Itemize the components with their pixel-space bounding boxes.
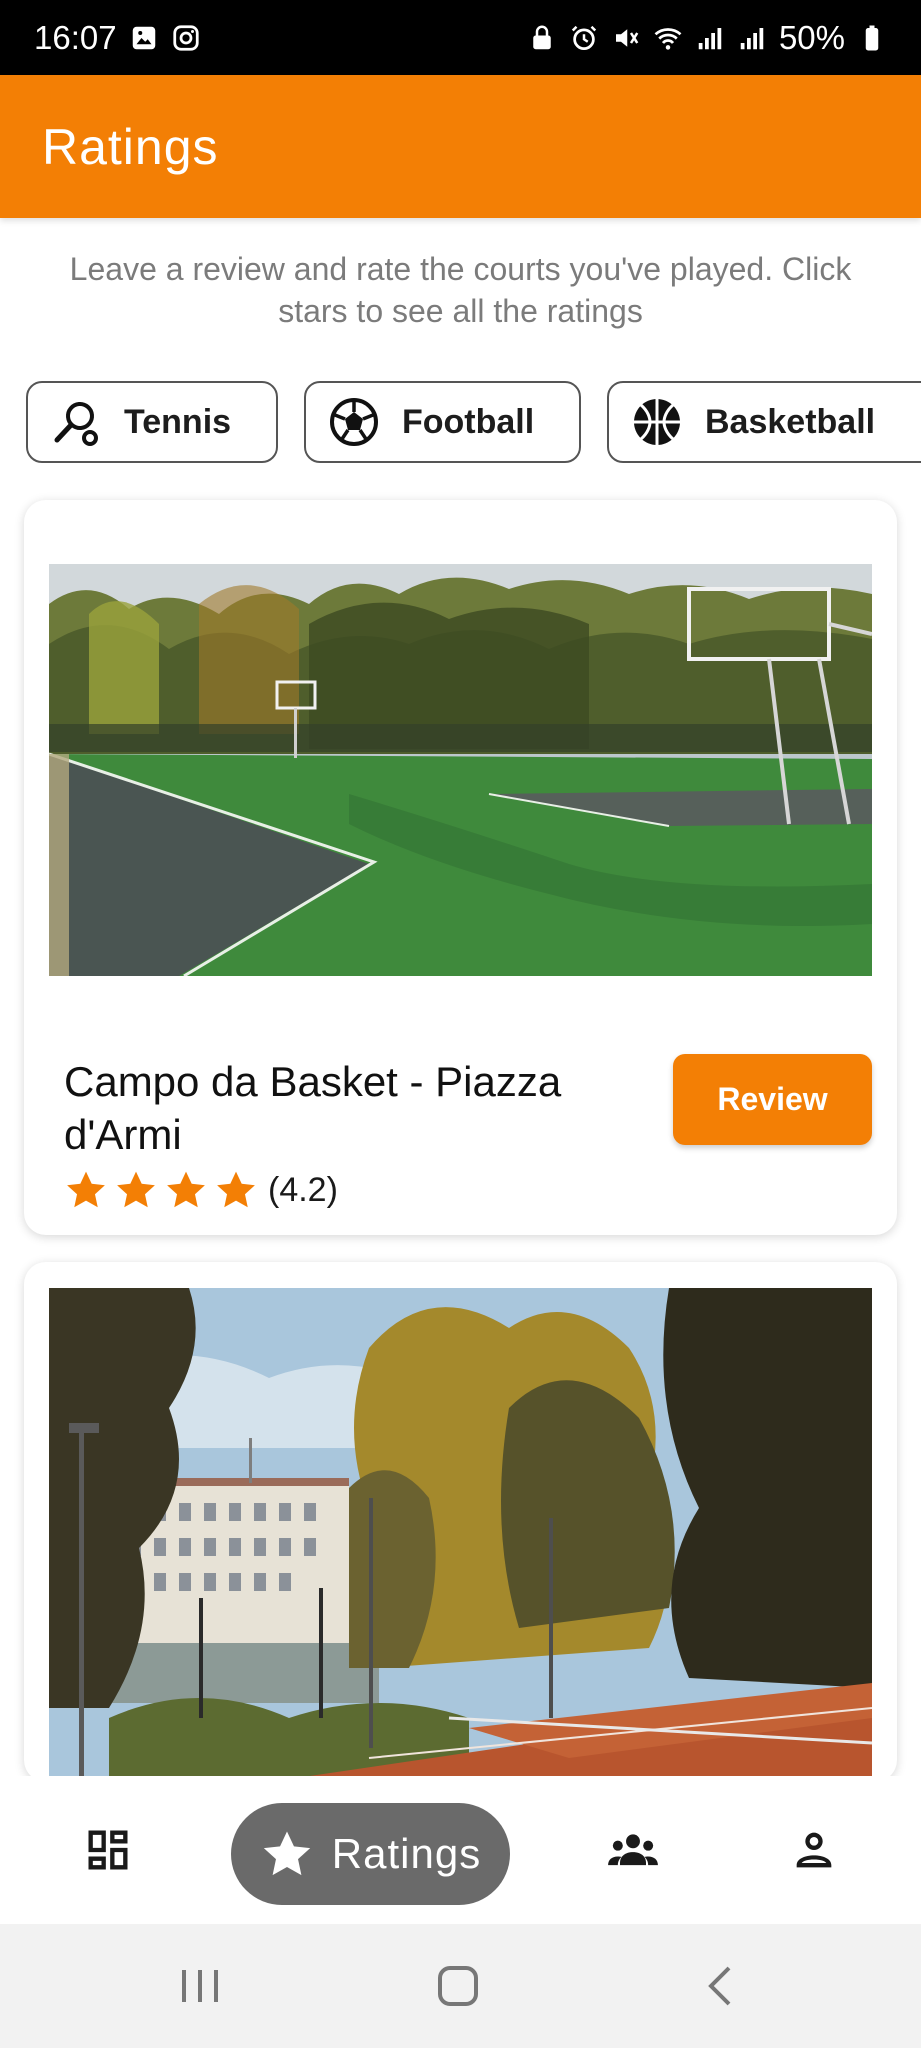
- star-icon[interactable]: [214, 1168, 258, 1212]
- battery-percent: 50%: [778, 18, 845, 56]
- alarm-icon: [569, 23, 599, 53]
- intro-text: Leave a review and rate the courts you'v…: [69, 251, 852, 329]
- back-button[interactable]: [690, 1924, 750, 2048]
- filter-chip-football[interactable]: Football: [304, 381, 581, 463]
- filter-chip-basketball[interactable]: Basketball: [607, 381, 921, 463]
- home-button[interactable]: [428, 1924, 488, 2048]
- basketball-icon: [631, 396, 683, 448]
- signal-icon: [695, 23, 725, 53]
- mute-icon: [611, 23, 641, 53]
- sport-filter-chips: Tennis Football Basketball: [26, 381, 921, 463]
- wifi-icon: [653, 23, 683, 53]
- basketball-court-photo: [49, 564, 872, 976]
- page-title: Ratings: [42, 118, 219, 175]
- nav-community[interactable]: [597, 1776, 669, 1924]
- app-bar: Ratings: [0, 75, 921, 218]
- home-icon: [438, 1966, 478, 2006]
- chip-label: Basketball: [705, 402, 876, 441]
- battery-icon: [857, 23, 887, 53]
- review-button[interactable]: Review: [673, 1054, 872, 1145]
- signal-icon-2: [737, 23, 767, 53]
- star-icon[interactable]: [114, 1168, 158, 1212]
- community-icon: [608, 1834, 658, 1866]
- system-navigation-bar: [0, 1924, 921, 2048]
- back-icon: [708, 1966, 731, 2006]
- bottom-navigation: Ratings: [0, 1776, 921, 1924]
- recent-apps-button[interactable]: [170, 1924, 230, 2048]
- profile-icon: [796, 1832, 832, 1868]
- nav-ratings-label: Ratings: [331, 1830, 482, 1877]
- nav-ratings[interactable]: Ratings: [231, 1803, 510, 1905]
- tennis-racket-icon: [50, 396, 102, 448]
- instagram-icon: [171, 23, 201, 53]
- star-icon: [263, 1831, 310, 1876]
- court-card: [24, 1262, 897, 1782]
- nav-dashboard[interactable]: [72, 1776, 144, 1924]
- tennis-court-photo: [49, 1288, 872, 1782]
- recent-apps-icon: [182, 1970, 218, 2002]
- lock-icon: [527, 23, 557, 53]
- star-icon[interactable]: [64, 1168, 108, 1212]
- dashboard-icon: [88, 1830, 128, 1870]
- rating-stars[interactable]: (4.2): [64, 1168, 338, 1212]
- rating-value: (4.2): [268, 1170, 338, 1209]
- court-card: Campo da Basket - Piazza d'Armi (4.2) Re…: [24, 500, 897, 1235]
- filter-chip-tennis[interactable]: Tennis: [26, 381, 278, 463]
- court-name: Campo da Basket - Piazza d'Armi: [64, 1058, 562, 1158]
- chip-label: Football: [402, 402, 535, 441]
- nav-profile[interactable]: [778, 1776, 850, 1924]
- star-icon[interactable]: [164, 1168, 208, 1212]
- status-bar: 16:07 50%: [0, 0, 921, 75]
- gallery-notification-icon: [129, 23, 159, 53]
- status-time: 16:07: [34, 18, 117, 56]
- chip-label: Tennis: [124, 402, 232, 441]
- football-icon: [328, 396, 380, 448]
